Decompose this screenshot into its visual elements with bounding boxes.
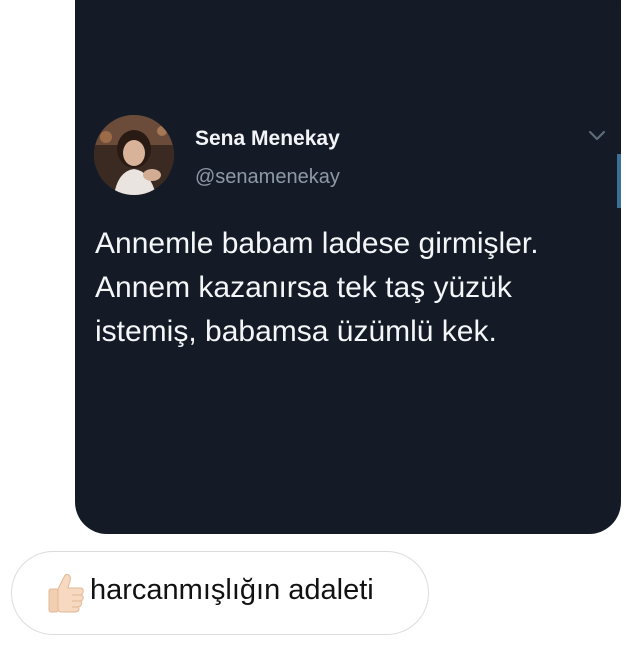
- reply-message[interactable]: harcanmışlığın adaleti: [11, 551, 429, 635]
- reply-text: harcanmışlığın adaleti: [90, 574, 374, 606]
- scroll-indicator: [617, 154, 621, 208]
- avatar-photo-icon: [94, 115, 174, 195]
- display-name[interactable]: Sena Menekay: [195, 127, 340, 151]
- chevron-down-icon[interactable]: [588, 130, 606, 142]
- thumbs-up-icon: [48, 573, 84, 613]
- tweet-text: Annemle babam ladese girmişler. Annem ka…: [95, 227, 539, 348]
- user-avatar: [94, 115, 174, 195]
- tweet-screenshot-message[interactable]: Sena Menekay @senamenekay Annemle babam …: [75, 0, 621, 534]
- user-handle[interactable]: @senamenekay: [195, 166, 340, 189]
- chat-view: Sena Menekay @senamenekay Annemle babam …: [0, 0, 643, 648]
